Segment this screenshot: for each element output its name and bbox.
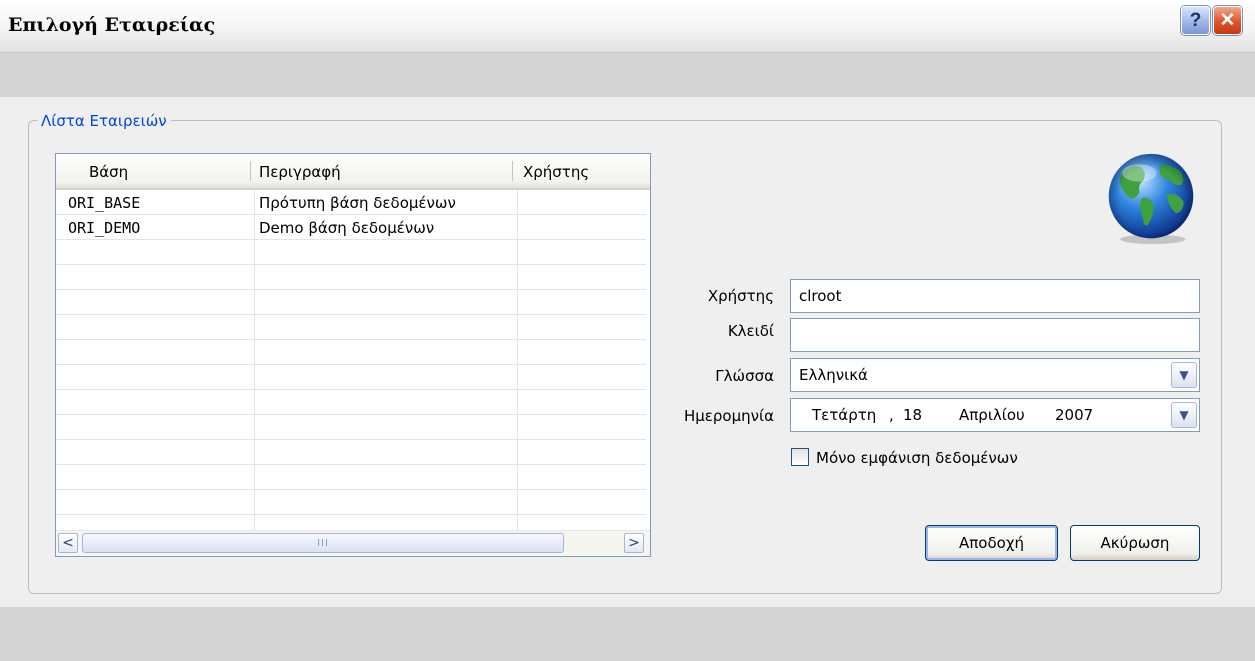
key-label: Κλειδί bbox=[727, 322, 774, 340]
company-list[interactable]: Βάση Περιγραφή Χρήστης ORI_BASE Πρότυπη … bbox=[55, 153, 651, 557]
table-row bbox=[56, 340, 646, 365]
chevron-down-icon: ▼ bbox=[1179, 368, 1189, 382]
user-value: clroot bbox=[799, 287, 842, 305]
date-dropdown-button[interactable]: ▼ bbox=[1171, 402, 1197, 428]
date-separator: , bbox=[889, 406, 894, 424]
table-row bbox=[56, 290, 646, 315]
view-only-checkbox[interactable] bbox=[791, 448, 809, 466]
table-row bbox=[56, 440, 646, 465]
table-row bbox=[56, 490, 646, 515]
table-row[interactable]: ORI_BASE Πρότυπη βάση δεδομένων bbox=[56, 190, 646, 215]
user-field[interactable]: clroot bbox=[790, 279, 1200, 313]
table-row bbox=[56, 390, 646, 415]
close-button[interactable]: ✕ bbox=[1213, 6, 1242, 35]
chevron-down-icon: ▼ bbox=[1179, 408, 1189, 422]
accept-button-label: Αποδοχή bbox=[959, 534, 1024, 552]
table-row[interactable]: ORI_DEMO Demo βάση δεδομένων bbox=[56, 215, 646, 240]
close-icon: ✕ bbox=[1219, 10, 1236, 31]
scrollbar-thumb[interactable]: III bbox=[82, 533, 564, 553]
language-label: Γλώσσα bbox=[715, 367, 774, 385]
date-day[interactable]: 18 bbox=[903, 406, 922, 424]
column-separator[interactable] bbox=[250, 161, 251, 181]
language-value: Ελληνικά bbox=[799, 366, 868, 384]
scroll-right-button[interactable]: > bbox=[624, 533, 644, 553]
table-row bbox=[56, 465, 646, 490]
column-header-description[interactable]: Περιγραφή bbox=[259, 163, 341, 181]
language-dropdown-button[interactable]: ▼ bbox=[1171, 362, 1197, 388]
cell-description: Demo βάση δεδομένων bbox=[259, 219, 435, 237]
cell-base: ORI_BASE bbox=[68, 194, 141, 212]
table-row bbox=[56, 365, 646, 390]
status-bar bbox=[0, 607, 1255, 661]
help-button[interactable]: ? bbox=[1181, 6, 1210, 35]
table-row bbox=[56, 415, 646, 440]
date-month[interactable]: Απριλίου bbox=[959, 406, 1025, 424]
chevron-left-icon: < bbox=[62, 535, 74, 551]
horizontal-scrollbar[interactable]: < III > bbox=[56, 530, 650, 556]
key-field[interactable] bbox=[790, 318, 1200, 352]
user-label: Χρήστης bbox=[707, 287, 774, 305]
toolbar-band bbox=[0, 53, 1255, 97]
column-header-base[interactable]: Βάση bbox=[89, 163, 128, 181]
window-title: Επιλογή Εταιρείας bbox=[8, 14, 216, 36]
column-header-user[interactable]: Χρήστης bbox=[523, 163, 589, 181]
date-picker[interactable]: Τετάρτη , 18 Απριλίου 2007 ▼ bbox=[790, 398, 1200, 432]
column-separator[interactable] bbox=[512, 161, 513, 181]
group-legend: Λίστα Εταιρειών bbox=[37, 112, 171, 130]
view-only-label[interactable]: Μόνο εμφάνιση δεδομένων bbox=[816, 449, 1018, 467]
table-row bbox=[56, 240, 646, 265]
scroll-left-button[interactable]: < bbox=[58, 533, 78, 553]
date-year[interactable]: 2007 bbox=[1055, 406, 1093, 424]
cancel-button-label: Ακύρωση bbox=[1100, 534, 1170, 552]
chevron-right-icon: > bbox=[628, 535, 640, 551]
title-bar: Επιλογή Εταιρείας ? ✕ bbox=[0, 0, 1255, 53]
grip-icon: III bbox=[317, 537, 329, 549]
help-icon: ? bbox=[1189, 9, 1202, 31]
language-select[interactable]: Ελληνικά ▼ bbox=[790, 358, 1200, 392]
list-header: Βάση Περιγραφή Χρήστης bbox=[56, 154, 650, 190]
table-row bbox=[56, 315, 646, 340]
date-weekday[interactable]: Τετάρτη bbox=[812, 406, 876, 424]
cell-description: Πρότυπη βάση δεδομένων bbox=[259, 194, 456, 212]
date-label: Ημερομηνία bbox=[683, 407, 774, 425]
globe-icon bbox=[1108, 153, 1194, 245]
cancel-button[interactable]: Ακύρωση bbox=[1070, 525, 1200, 561]
cell-base: ORI_DEMO bbox=[68, 219, 141, 237]
table-row bbox=[56, 265, 646, 290]
accept-button[interactable]: Αποδοχή bbox=[925, 525, 1058, 561]
